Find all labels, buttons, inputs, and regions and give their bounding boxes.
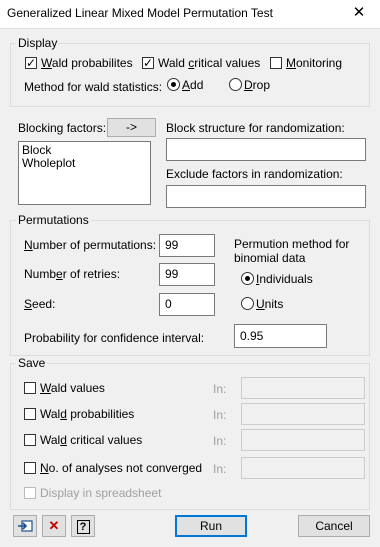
save-wald-critical-values-checkbox[interactable] — [24, 434, 36, 446]
in-label: In: — [213, 462, 227, 476]
save-not-converged-label[interactable]: No. of analyses not converged — [40, 461, 202, 475]
drop-label[interactable]: Drop — [244, 78, 270, 92]
save-wald-values-in-input — [241, 377, 365, 399]
number-of-permutations-label: Number of permutations: — [24, 238, 157, 252]
probability-confidence-input[interactable]: 0.95 — [234, 324, 327, 348]
help-icon: ? — [76, 520, 90, 534]
method-wald-label: Method for wald statistics: — [24, 80, 163, 94]
drop-radio[interactable] — [229, 78, 242, 91]
number-of-retries-input[interactable]: 99 — [159, 263, 215, 286]
add-label[interactable]: Add — [182, 78, 203, 92]
in-label: In: — [213, 382, 227, 396]
seed-label: Seed: — [24, 297, 56, 311]
block-structure-label: Block structure for randomization: — [166, 121, 345, 135]
save-not-converged-in-input — [241, 457, 365, 479]
in-label: In: — [213, 408, 227, 422]
display-in-spreadsheet-checkbox — [24, 487, 36, 499]
wald-probabilities-checkbox[interactable]: ✓ — [25, 57, 37, 69]
save-wald-probabilities-checkbox[interactable] — [24, 408, 36, 420]
save-wald-probabilities-label[interactable]: Wald probabilities — [40, 407, 134, 421]
display-legend: Display — [16, 36, 60, 50]
save-wald-probabilities-in-input — [241, 403, 365, 425]
units-radio[interactable] — [241, 297, 254, 310]
window-title: Generalized Linear Mixed Model Permutati… — [7, 6, 273, 20]
add-to-block-structure-button[interactable]: -> — [107, 118, 156, 137]
units-label[interactable]: Units — [256, 297, 283, 311]
save-wald-values-checkbox[interactable] — [24, 382, 36, 394]
individuals-label[interactable]: Individuals — [256, 272, 313, 286]
exclude-factors-label: Exclude factors in randomization: — [166, 167, 343, 181]
close-icon[interactable]: ✕ — [346, 3, 372, 23]
blocking-factors-label: Blocking factors: — [18, 121, 107, 135]
cancel-button[interactable]: Cancel — [298, 515, 370, 537]
seed-input[interactable]: 0 — [159, 293, 215, 316]
wald-critical-values-checkbox[interactable]: ✓ — [142, 57, 154, 69]
individuals-radio[interactable] — [241, 272, 254, 285]
exclude-factors-input[interactable] — [166, 185, 366, 208]
send-input-icon — [18, 520, 33, 532]
display-group — [10, 43, 370, 107]
number-of-permutations-input[interactable]: 99 — [159, 234, 215, 257]
monitoring-checkbox[interactable] — [270, 57, 282, 69]
wald-critical-values-label[interactable]: Wald critical values — [158, 56, 260, 70]
save-wald-values-label[interactable]: Wald values — [40, 381, 105, 395]
in-label: In: — [213, 434, 227, 448]
save-legend: Save — [16, 356, 48, 370]
help-button[interactable]: ? — [71, 515, 95, 537]
wald-probabilities-label[interactable]: Wald probabilites — [41, 56, 133, 70]
permutations-legend: Permutations — [16, 213, 91, 227]
block-structure-input[interactable] — [166, 138, 366, 161]
permutation-method-title: Permution method for binomial data — [234, 237, 350, 265]
delete-icon: ✕ — [48, 518, 60, 533]
display-in-spreadsheet-label: Display in spreadsheet — [40, 486, 162, 500]
add-radio[interactable] — [167, 78, 180, 91]
run-button[interactable]: Run — [175, 515, 247, 537]
delete-button[interactable]: ✕ — [42, 515, 66, 537]
monitoring-label[interactable]: Monitoring — [286, 56, 342, 70]
probability-confidence-label: Probability for confidence interval: — [24, 331, 205, 345]
list-item[interactable]: Wholeplot — [22, 157, 147, 170]
save-wald-critical-values-label[interactable]: Wald critical values — [40, 433, 142, 447]
save-not-converged-checkbox[interactable] — [24, 462, 36, 474]
send-to-input-button[interactable] — [13, 515, 37, 537]
save-wald-critical-values-in-input — [241, 429, 365, 451]
number-of-retries-label: Number of retries: — [24, 267, 121, 281]
blocking-factors-list[interactable]: Block Wholeplot — [18, 141, 151, 205]
